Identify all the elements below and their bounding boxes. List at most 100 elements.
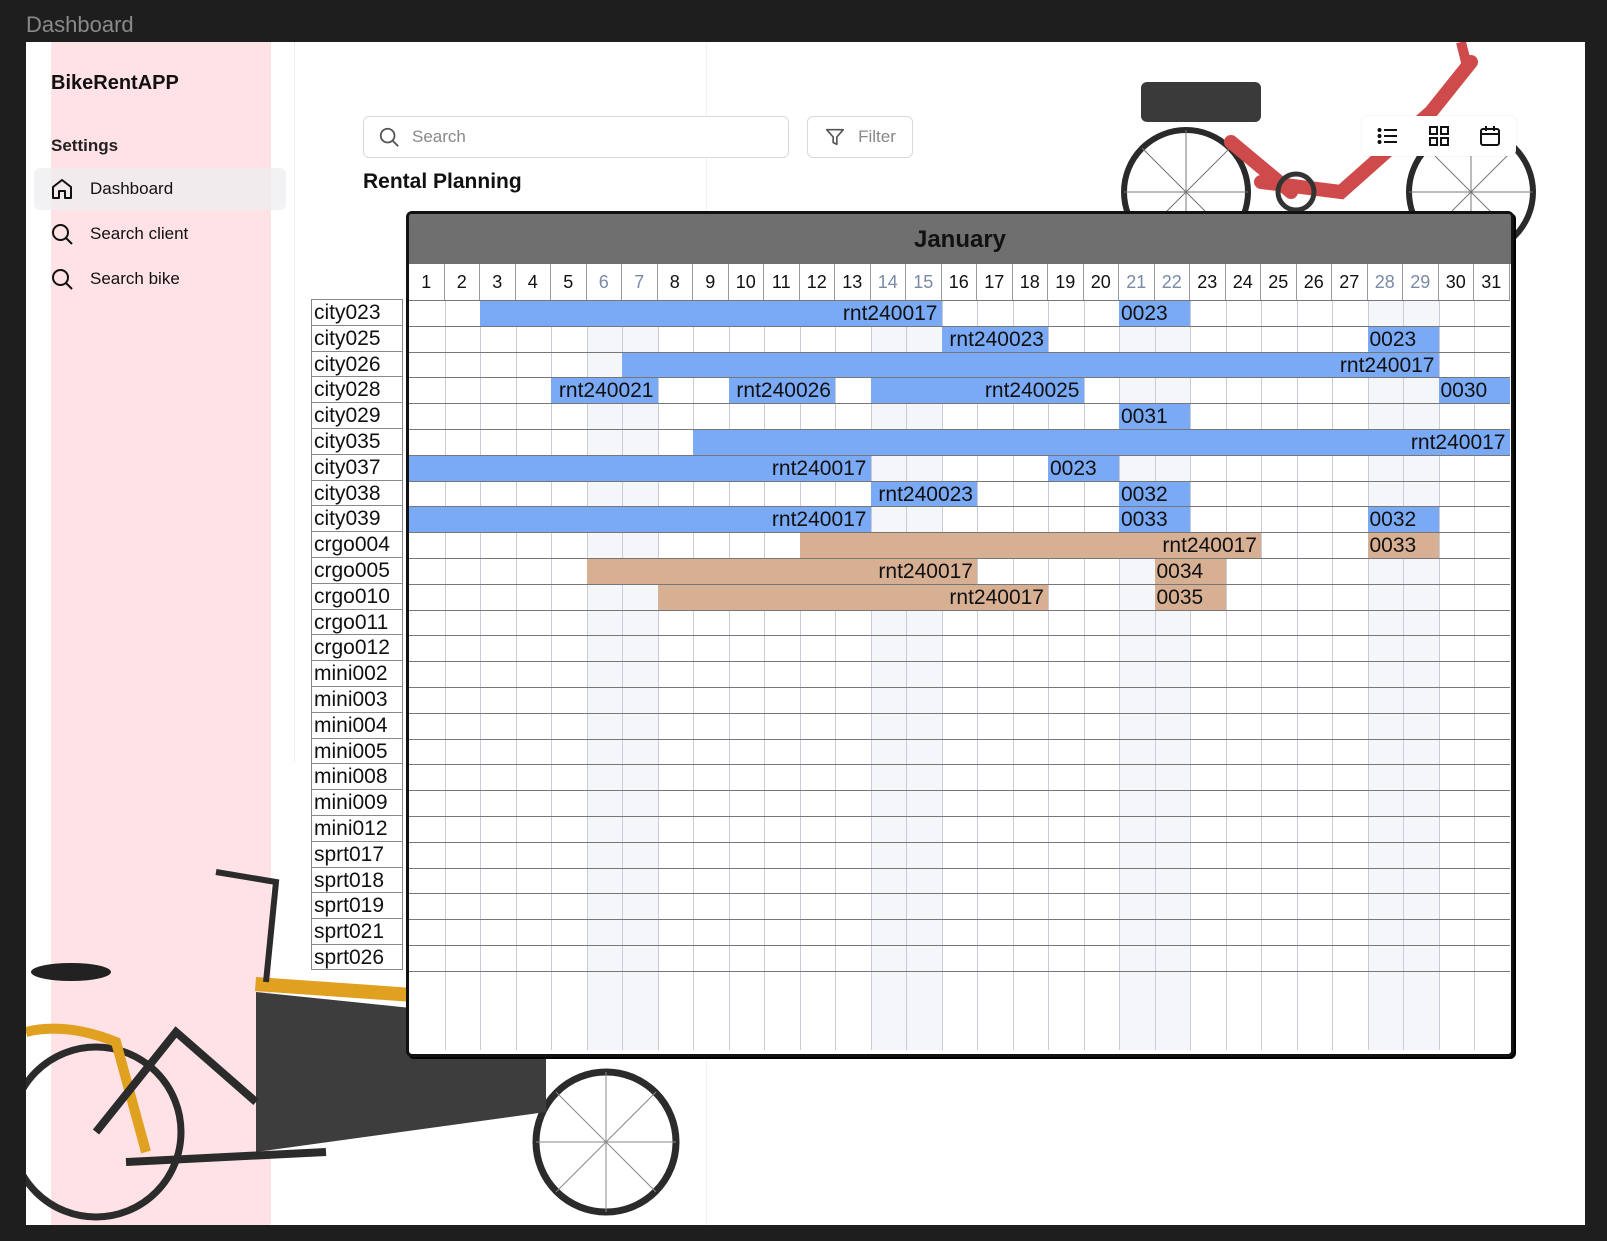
booking-bar[interactable]: 0032 — [1367, 507, 1439, 533]
view-toggle — [1362, 116, 1516, 156]
booking-bar[interactable]: rnt240026 — [728, 378, 835, 404]
day-header: 2 — [445, 264, 480, 300]
bike-row-label[interactable]: sprt018 — [311, 866, 403, 893]
bike-row-label[interactable]: city029 — [311, 402, 403, 428]
day-header: 12 — [800, 264, 835, 300]
booking-bar[interactable]: rnt240023 — [870, 481, 977, 507]
day-header: 16 — [942, 264, 977, 300]
bike-row-label[interactable]: crgo004 — [311, 531, 403, 557]
bike-row-label[interactable]: mini002 — [311, 660, 403, 686]
booking-bar[interactable]: rnt240017 — [480, 301, 942, 326]
bike-row-label[interactable]: crgo011 — [311, 608, 403, 635]
day-header: 3 — [480, 264, 516, 300]
bike-row-label[interactable]: mini008 — [311, 763, 403, 790]
row-divider — [409, 945, 1510, 946]
booking-bar[interactable]: rnt240017 — [409, 507, 871, 533]
booking-bar[interactable]: rnt240017 — [409, 455, 871, 481]
row-divider — [409, 661, 1510, 663]
settings-section-label[interactable]: Settings — [51, 136, 118, 156]
sidebar-item-label: Dashboard — [90, 179, 174, 198]
booking-bar[interactable]: rnt240017 — [622, 352, 1439, 378]
day-header: 28 — [1368, 264, 1403, 300]
column-divider — [1403, 300, 1404, 1050]
booking-bar[interactable]: 0023 — [1119, 301, 1190, 326]
row-divider — [409, 712, 1510, 714]
grid-view-button[interactable] — [1416, 119, 1462, 153]
booking-bar[interactable]: rnt240017 — [693, 430, 1510, 455]
calendar-grid: 1 2 3 4 5 6 7 8 9 10 11 12 13 14 15 16 17 18 19 20 21 22 23 24 2… — [409, 264, 1510, 1050]
row-divider — [409, 635, 1510, 637]
bike-row-label[interactable]: mini012 — [311, 814, 403, 841]
bike-row-label[interactable]: city023 — [311, 299, 403, 325]
bike-row-label[interactable]: sprt017 — [311, 840, 403, 867]
list-view-button[interactable] — [1365, 119, 1411, 153]
bike-row-label[interactable]: sprt019 — [311, 892, 403, 919]
bike-row-label[interactable]: city039 — [311, 505, 403, 532]
day-header: 20 — [1084, 264, 1119, 300]
row-divider — [409, 970, 1510, 972]
rental-calendar: January 1 2 3 4 5 6 7 8 9 10 11 12 13 14 15 16 17 18 19 20 2… — [406, 211, 1514, 1057]
app-brand: BikeRentAPP — [51, 72, 179, 94]
bike-row-label[interactable]: city038 — [311, 479, 403, 506]
booking-bar[interactable]: 0031 — [1119, 404, 1190, 429]
bike-row-label[interactable]: city037 — [311, 453, 403, 480]
bike-row-label[interactable]: crgo010 — [311, 582, 403, 609]
column-divider — [480, 300, 481, 1050]
frame-title: Dashboard — [26, 12, 134, 37]
day-header: 22 — [1155, 264, 1190, 300]
bike-row-label[interactable]: city028 — [311, 376, 403, 403]
page-title: Rental Planning — [363, 170, 522, 193]
column-divider — [1190, 300, 1191, 1050]
sidebar-item-search-bike[interactable]: Search bike — [34, 258, 286, 300]
bike-row-label[interactable]: crgo012 — [311, 634, 403, 661]
bike-row-label[interactable]: sprt026 — [311, 943, 403, 970]
sidebar-item-dashboard[interactable]: Dashboard — [34, 168, 286, 210]
filter-label: Filter — [858, 127, 896, 146]
bike-row-label[interactable]: city035 — [311, 427, 403, 454]
row-divider — [409, 764, 1510, 766]
bike-row-label[interactable]: crgo005 — [311, 556, 403, 583]
weekend-column — [586, 300, 622, 1050]
column-divider — [622, 300, 623, 1050]
booking-bar[interactable]: rnt240017 — [586, 559, 977, 584]
bike-row-label[interactable]: city025 — [311, 324, 403, 351]
search-field[interactable] — [363, 116, 789, 158]
booking-bar[interactable]: 0035 — [1154, 584, 1226, 610]
sidebar-item-search-client[interactable]: Search client — [34, 213, 286, 255]
booking-bar[interactable]: rnt240023 — [941, 326, 1048, 352]
weekend-column — [622, 300, 658, 1050]
booking-bar[interactable]: 0030 — [1438, 378, 1510, 404]
booking-bar[interactable]: rnt240025 — [870, 378, 1084, 404]
weekend-column — [1367, 300, 1403, 1050]
row-divider — [409, 919, 1510, 921]
column-divider — [1012, 300, 1014, 1050]
bike-row-label[interactable]: mini009 — [311, 789, 403, 815]
booking-bar[interactable]: 0032 — [1119, 481, 1190, 507]
day-header: 18 — [1013, 264, 1048, 300]
booking-bar[interactable]: rnt240017 — [799, 533, 1261, 558]
booking-bar[interactable]: 0033 — [1367, 533, 1439, 558]
day-header: 8 — [658, 264, 693, 300]
booking-bar[interactable]: 0023 — [1367, 326, 1439, 352]
calendar-view-button[interactable] — [1467, 119, 1513, 153]
booking-bar[interactable]: 0034 — [1154, 559, 1226, 584]
column-divider — [1438, 300, 1440, 1050]
bike-row-label[interactable]: mini005 — [311, 737, 403, 764]
column-divider — [1048, 300, 1049, 1050]
column-divider — [764, 300, 765, 1050]
bike-row-label[interactable]: mini003 — [311, 685, 403, 712]
day-header: 31 — [1474, 264, 1510, 300]
booking-bar[interactable]: 0033 — [1119, 507, 1190, 533]
booking-bar[interactable]: 0023 — [1048, 455, 1119, 481]
day-header: 30 — [1439, 264, 1474, 300]
bike-row-label[interactable]: mini004 — [311, 711, 403, 738]
booking-bar[interactable]: rnt240017 — [657, 584, 1048, 610]
search-input[interactable] — [410, 126, 754, 148]
bike-row-label[interactable]: sprt021 — [311, 918, 403, 944]
booking-bar[interactable]: rnt240021 — [551, 378, 658, 404]
filter-button[interactable]: Filter — [807, 116, 913, 158]
day-header: 21 — [1119, 264, 1155, 300]
list-view-icon — [1377, 128, 1397, 144]
search-icon — [52, 269, 73, 290]
bike-row-label[interactable]: city026 — [311, 350, 403, 377]
